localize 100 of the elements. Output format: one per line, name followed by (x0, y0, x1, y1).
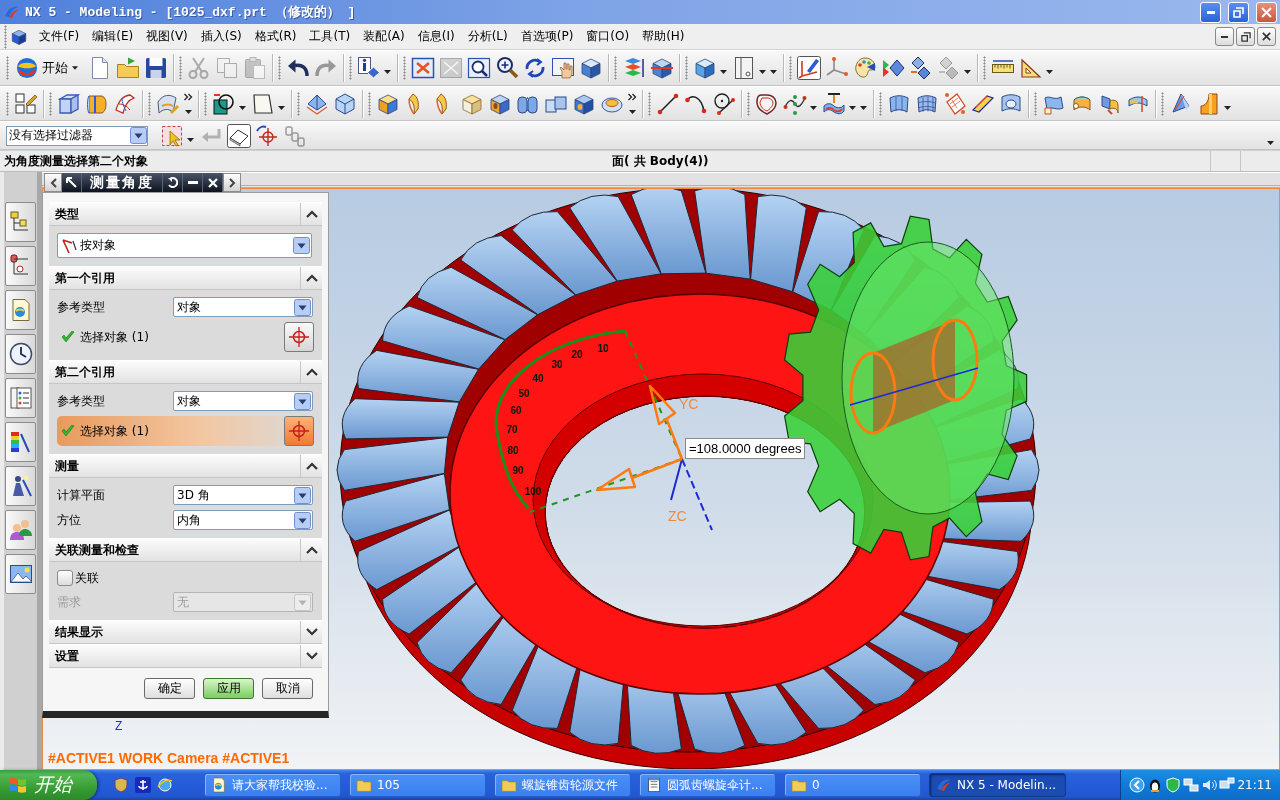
forward-button[interactable] (223, 173, 241, 192)
caret-icon[interactable] (964, 70, 971, 74)
dropdown[interactable]: 对象 (173, 391, 313, 411)
plane-icon[interactable] (251, 91, 275, 116)
circle-icon[interactable] (712, 91, 736, 116)
close-button[interactable] (1257, 27, 1276, 46)
resource-tab[interactable] (5, 466, 36, 506)
checkbox[interactable] (57, 570, 73, 586)
cubes-icon[interactable] (650, 56, 674, 80)
wireframe-block-icon[interactable] (57, 91, 81, 116)
caret-icon[interactable] (239, 105, 246, 110)
block-icon[interactable] (579, 56, 603, 80)
caret-icon[interactable] (810, 105, 817, 110)
anchor-icon[interactable] (135, 777, 151, 793)
menu-item[interactable]: 分析(L) (462, 28, 513, 45)
restore-button[interactable] (1236, 27, 1255, 46)
cube-icon[interactable] (693, 56, 717, 80)
selection-row[interactable]: 选择对象 (1) (57, 322, 314, 352)
network-icon[interactable] (1183, 777, 1199, 793)
menu-item[interactable]: 信息(I) (412, 28, 460, 45)
section-header[interactable]: 结果显示 (49, 620, 322, 644)
caret-icon[interactable] (384, 70, 391, 74)
resource-tab[interactable] (5, 290, 36, 330)
caret-icon[interactable] (278, 105, 285, 110)
filter-dropdown[interactable]: 没有选择过滤器 (6, 125, 148, 146)
section-header[interactable]: 关联测量和检查 (49, 538, 322, 562)
chevron-up-icon[interactable] (305, 462, 318, 470)
eraser-icon[interactable] (227, 123, 251, 148)
resource-tab[interactable] (5, 334, 36, 374)
resource-tab[interactable] (5, 246, 36, 286)
menu-item[interactable]: 首选项(P) (515, 28, 579, 45)
caret-icon[interactable] (860, 105, 867, 110)
chevron-up-icon[interactable] (305, 368, 318, 376)
resource-tab[interactable] (5, 510, 36, 550)
chevron-up-icon[interactable] (305, 274, 318, 282)
caret-icon[interactable] (759, 70, 766, 74)
polyhedron-icon[interactable] (333, 91, 357, 116)
double-chevron-icon[interactable] (628, 92, 637, 115)
menu-item[interactable]: 文件(F) (34, 28, 85, 45)
type-dropdown[interactable]: 按对象 (57, 233, 312, 258)
expand-icon[interactable] (1129, 777, 1145, 793)
caret-icon[interactable] (187, 137, 194, 142)
resource-tab[interactable] (5, 554, 36, 594)
info-icon[interactable] (357, 56, 381, 80)
section-header[interactable]: 测量 (49, 454, 322, 478)
section-header[interactable]: 第二个引用 (49, 360, 322, 384)
menu-item[interactable]: 插入(S) (195, 28, 247, 45)
section-header[interactable]: 类型 (49, 202, 322, 226)
section-header[interactable]: 第一个引用 (49, 266, 322, 290)
save-icon[interactable] (144, 56, 168, 80)
swept-surface-icon[interactable] (113, 91, 137, 116)
menu-item[interactable]: 视图(V) (141, 28, 193, 45)
caret-icon[interactable] (1046, 70, 1053, 74)
panel-icon[interactable] (732, 56, 756, 80)
menu-item[interactable]: 格式(R) (249, 28, 302, 45)
pointer-icon[interactable] (66, 177, 77, 188)
crosshair-icon[interactable] (255, 123, 279, 148)
dialog-button[interactable]: 应用 (203, 678, 254, 699)
select-object-button[interactable] (284, 322, 314, 352)
axes-icon[interactable] (797, 56, 821, 80)
menu-item[interactable]: 帮助(H) (637, 28, 690, 45)
select-object-button[interactable] (284, 416, 314, 446)
chevron-down-icon[interactable] (305, 628, 318, 636)
palette-icon[interactable] (853, 56, 877, 80)
dropdown[interactable]: 3D 角 (173, 485, 313, 505)
zoom-window-icon[interactable] (467, 56, 491, 80)
select-box-icon[interactable] (160, 123, 184, 148)
patch-icon[interactable] (943, 91, 967, 116)
zoom-icon[interactable] (495, 56, 519, 80)
datum-icon[interactable] (212, 91, 236, 116)
minimize-icon[interactable] (187, 181, 198, 184)
penguin-icon[interactable] (1147, 777, 1163, 793)
dialog-button[interactable]: 确定 (144, 678, 195, 699)
speaker-icon[interactable] (1201, 777, 1217, 793)
globe-icon[interactable] (157, 777, 173, 793)
chevron-up-icon[interactable] (305, 546, 318, 554)
menu-item[interactable]: 编辑(E) (87, 28, 139, 45)
rotate-icon[interactable] (523, 56, 547, 80)
menu-item[interactable]: 工具(T) (304, 28, 356, 45)
close-icon[interactable] (207, 177, 218, 188)
start-button[interactable]: 开始 (12, 55, 82, 81)
line-icon[interactable] (656, 91, 680, 116)
task-button[interactable]: 圆弧齿螺旋伞计... (639, 773, 776, 797)
dialog-button[interactable]: 取消 (262, 678, 313, 699)
task-button[interactable]: NX 5 - Modelin... (929, 773, 1066, 797)
double-chevron-icon[interactable] (184, 92, 193, 115)
caret-icon[interactable] (849, 105, 856, 110)
back-button[interactable] (44, 173, 62, 192)
chevron-up-icon[interactable] (305, 210, 318, 218)
projected-curve-icon[interactable] (822, 91, 846, 116)
caret-icon[interactable] (770, 70, 777, 74)
fit-view-icon[interactable] (411, 56, 435, 80)
caret-icon[interactable] (1224, 105, 1231, 110)
reset-icon[interactable] (167, 177, 178, 188)
selection-row[interactable]: 选择对象 (1) (57, 416, 314, 446)
dropdown[interactable]: 内角 (173, 510, 313, 530)
diamonds-icon[interactable] (909, 56, 933, 80)
resource-tab[interactable] (5, 422, 36, 462)
hand-icon[interactable] (551, 56, 575, 80)
minimize-button[interactable] (1215, 27, 1234, 46)
